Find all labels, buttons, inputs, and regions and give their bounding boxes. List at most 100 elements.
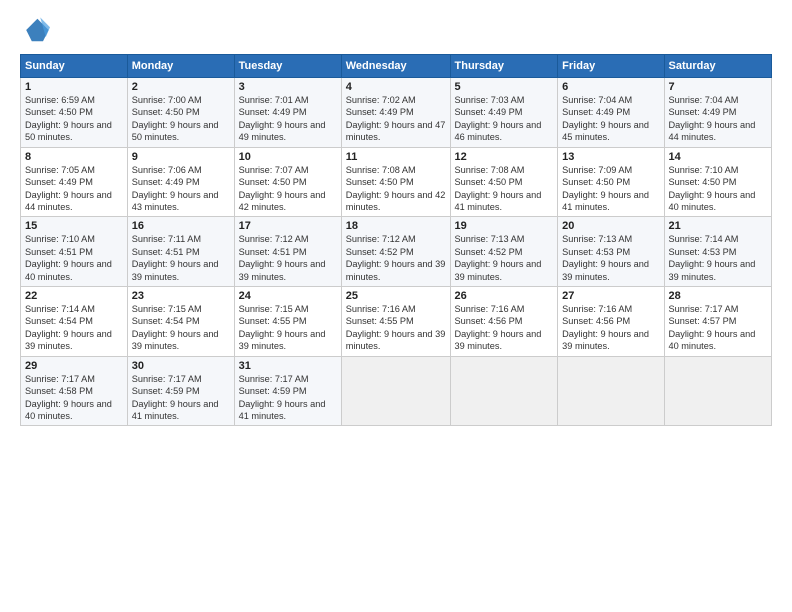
- day-number: 18: [346, 220, 446, 232]
- day-number: 15: [25, 220, 123, 232]
- day-number: 29: [25, 360, 123, 372]
- day-number: 17: [239, 220, 337, 232]
- day-number: 1: [25, 81, 123, 93]
- calendar-cell: 24Sunrise: 7:15 AMSunset: 4:55 PMDayligh…: [234, 287, 341, 357]
- day-number: 16: [132, 220, 230, 232]
- calendar-body: 1Sunrise: 6:59 AMSunset: 4:50 PMDaylight…: [21, 78, 772, 426]
- weekday-header: Saturday: [664, 55, 772, 78]
- day-info: Sunrise: 7:16 AMSunset: 4:55 PMDaylight:…: [346, 303, 446, 353]
- calendar-cell: 28Sunrise: 7:17 AMSunset: 4:57 PMDayligh…: [664, 287, 772, 357]
- calendar-cell: 31Sunrise: 7:17 AMSunset: 4:59 PMDayligh…: [234, 356, 341, 426]
- calendar-cell: [341, 356, 450, 426]
- calendar-cell: 16Sunrise: 7:11 AMSunset: 4:51 PMDayligh…: [127, 217, 234, 287]
- day-number: 31: [239, 360, 337, 372]
- day-info: Sunrise: 7:11 AMSunset: 4:51 PMDaylight:…: [132, 233, 230, 283]
- calendar-header: SundayMondayTuesdayWednesdayThursdayFrid…: [21, 55, 772, 78]
- weekday-header: Sunday: [21, 55, 128, 78]
- calendar-cell: 10Sunrise: 7:07 AMSunset: 4:50 PMDayligh…: [234, 147, 341, 217]
- logo: [20, 16, 50, 44]
- day-number: 7: [669, 81, 768, 93]
- day-info: Sunrise: 7:17 AMSunset: 4:59 PMDaylight:…: [239, 373, 337, 423]
- day-info: Sunrise: 7:17 AMSunset: 4:58 PMDaylight:…: [25, 373, 123, 423]
- day-info: Sunrise: 7:04 AMSunset: 4:49 PMDaylight:…: [669, 94, 768, 144]
- header-row: SundayMondayTuesdayWednesdayThursdayFrid…: [21, 55, 772, 78]
- page: SundayMondayTuesdayWednesdayThursdayFrid…: [0, 0, 792, 612]
- calendar-cell: 4Sunrise: 7:02 AMSunset: 4:49 PMDaylight…: [341, 78, 450, 148]
- calendar-cell: 6Sunrise: 7:04 AMSunset: 4:49 PMDaylight…: [558, 78, 664, 148]
- day-info: Sunrise: 7:10 AMSunset: 4:51 PMDaylight:…: [25, 233, 123, 283]
- calendar-cell: 17Sunrise: 7:12 AMSunset: 4:51 PMDayligh…: [234, 217, 341, 287]
- day-info: Sunrise: 7:09 AMSunset: 4:50 PMDaylight:…: [562, 164, 659, 214]
- day-number: 27: [562, 290, 659, 302]
- calendar-cell: 14Sunrise: 7:10 AMSunset: 4:50 PMDayligh…: [664, 147, 772, 217]
- calendar-cell: [664, 356, 772, 426]
- day-number: 20: [562, 220, 659, 232]
- day-info: Sunrise: 7:13 AMSunset: 4:52 PMDaylight:…: [455, 233, 554, 283]
- calendar-cell: [450, 356, 558, 426]
- calendar: SundayMondayTuesdayWednesdayThursdayFrid…: [20, 54, 772, 426]
- weekday-header: Wednesday: [341, 55, 450, 78]
- day-info: Sunrise: 7:01 AMSunset: 4:49 PMDaylight:…: [239, 94, 337, 144]
- day-info: Sunrise: 7:12 AMSunset: 4:52 PMDaylight:…: [346, 233, 446, 283]
- day-number: 14: [669, 151, 768, 163]
- day-number: 9: [132, 151, 230, 163]
- day-info: Sunrise: 7:00 AMSunset: 4:50 PMDaylight:…: [132, 94, 230, 144]
- calendar-week-row: 29Sunrise: 7:17 AMSunset: 4:58 PMDayligh…: [21, 356, 772, 426]
- calendar-cell: 13Sunrise: 7:09 AMSunset: 4:50 PMDayligh…: [558, 147, 664, 217]
- day-info: Sunrise: 7:14 AMSunset: 4:53 PMDaylight:…: [669, 233, 768, 283]
- calendar-cell: 2Sunrise: 7:00 AMSunset: 4:50 PMDaylight…: [127, 78, 234, 148]
- day-info: Sunrise: 7:15 AMSunset: 4:54 PMDaylight:…: [132, 303, 230, 353]
- day-info: Sunrise: 7:03 AMSunset: 4:49 PMDaylight:…: [455, 94, 554, 144]
- calendar-cell: 27Sunrise: 7:16 AMSunset: 4:56 PMDayligh…: [558, 287, 664, 357]
- day-number: 19: [455, 220, 554, 232]
- calendar-week-row: 8Sunrise: 7:05 AMSunset: 4:49 PMDaylight…: [21, 147, 772, 217]
- calendar-cell: 9Sunrise: 7:06 AMSunset: 4:49 PMDaylight…: [127, 147, 234, 217]
- day-info: Sunrise: 7:17 AMSunset: 4:57 PMDaylight:…: [669, 303, 768, 353]
- calendar-cell: [558, 356, 664, 426]
- calendar-cell: 29Sunrise: 7:17 AMSunset: 4:58 PMDayligh…: [21, 356, 128, 426]
- day-number: 26: [455, 290, 554, 302]
- day-info: Sunrise: 7:06 AMSunset: 4:49 PMDaylight:…: [132, 164, 230, 214]
- calendar-cell: 3Sunrise: 7:01 AMSunset: 4:49 PMDaylight…: [234, 78, 341, 148]
- day-number: 22: [25, 290, 123, 302]
- day-info: Sunrise: 7:04 AMSunset: 4:49 PMDaylight:…: [562, 94, 659, 144]
- day-info: Sunrise: 7:16 AMSunset: 4:56 PMDaylight:…: [562, 303, 659, 353]
- calendar-cell: 18Sunrise: 7:12 AMSunset: 4:52 PMDayligh…: [341, 217, 450, 287]
- day-info: Sunrise: 7:13 AMSunset: 4:53 PMDaylight:…: [562, 233, 659, 283]
- calendar-cell: 7Sunrise: 7:04 AMSunset: 4:49 PMDaylight…: [664, 78, 772, 148]
- calendar-cell: 12Sunrise: 7:08 AMSunset: 4:50 PMDayligh…: [450, 147, 558, 217]
- day-number: 5: [455, 81, 554, 93]
- weekday-header: Monday: [127, 55, 234, 78]
- calendar-week-row: 22Sunrise: 7:14 AMSunset: 4:54 PMDayligh…: [21, 287, 772, 357]
- day-number: 11: [346, 151, 446, 163]
- calendar-cell: 21Sunrise: 7:14 AMSunset: 4:53 PMDayligh…: [664, 217, 772, 287]
- weekday-header: Tuesday: [234, 55, 341, 78]
- day-number: 23: [132, 290, 230, 302]
- calendar-cell: 22Sunrise: 7:14 AMSunset: 4:54 PMDayligh…: [21, 287, 128, 357]
- day-info: Sunrise: 7:02 AMSunset: 4:49 PMDaylight:…: [346, 94, 446, 144]
- day-number: 25: [346, 290, 446, 302]
- weekday-header: Friday: [558, 55, 664, 78]
- day-info: Sunrise: 7:17 AMSunset: 4:59 PMDaylight:…: [132, 373, 230, 423]
- day-number: 10: [239, 151, 337, 163]
- day-info: Sunrise: 7:08 AMSunset: 4:50 PMDaylight:…: [346, 164, 446, 214]
- calendar-cell: 11Sunrise: 7:08 AMSunset: 4:50 PMDayligh…: [341, 147, 450, 217]
- calendar-week-row: 1Sunrise: 6:59 AMSunset: 4:50 PMDaylight…: [21, 78, 772, 148]
- calendar-cell: 26Sunrise: 7:16 AMSunset: 4:56 PMDayligh…: [450, 287, 558, 357]
- day-number: 12: [455, 151, 554, 163]
- day-info: Sunrise: 7:14 AMSunset: 4:54 PMDaylight:…: [25, 303, 123, 353]
- day-number: 4: [346, 81, 446, 93]
- day-info: Sunrise: 7:07 AMSunset: 4:50 PMDaylight:…: [239, 164, 337, 214]
- day-number: 28: [669, 290, 768, 302]
- day-number: 6: [562, 81, 659, 93]
- day-info: Sunrise: 7:16 AMSunset: 4:56 PMDaylight:…: [455, 303, 554, 353]
- day-number: 21: [669, 220, 768, 232]
- day-info: Sunrise: 7:05 AMSunset: 4:49 PMDaylight:…: [25, 164, 123, 214]
- calendar-cell: 19Sunrise: 7:13 AMSunset: 4:52 PMDayligh…: [450, 217, 558, 287]
- calendar-cell: 5Sunrise: 7:03 AMSunset: 4:49 PMDaylight…: [450, 78, 558, 148]
- weekday-header: Thursday: [450, 55, 558, 78]
- day-number: 24: [239, 290, 337, 302]
- day-number: 30: [132, 360, 230, 372]
- calendar-cell: 20Sunrise: 7:13 AMSunset: 4:53 PMDayligh…: [558, 217, 664, 287]
- header: [20, 16, 772, 44]
